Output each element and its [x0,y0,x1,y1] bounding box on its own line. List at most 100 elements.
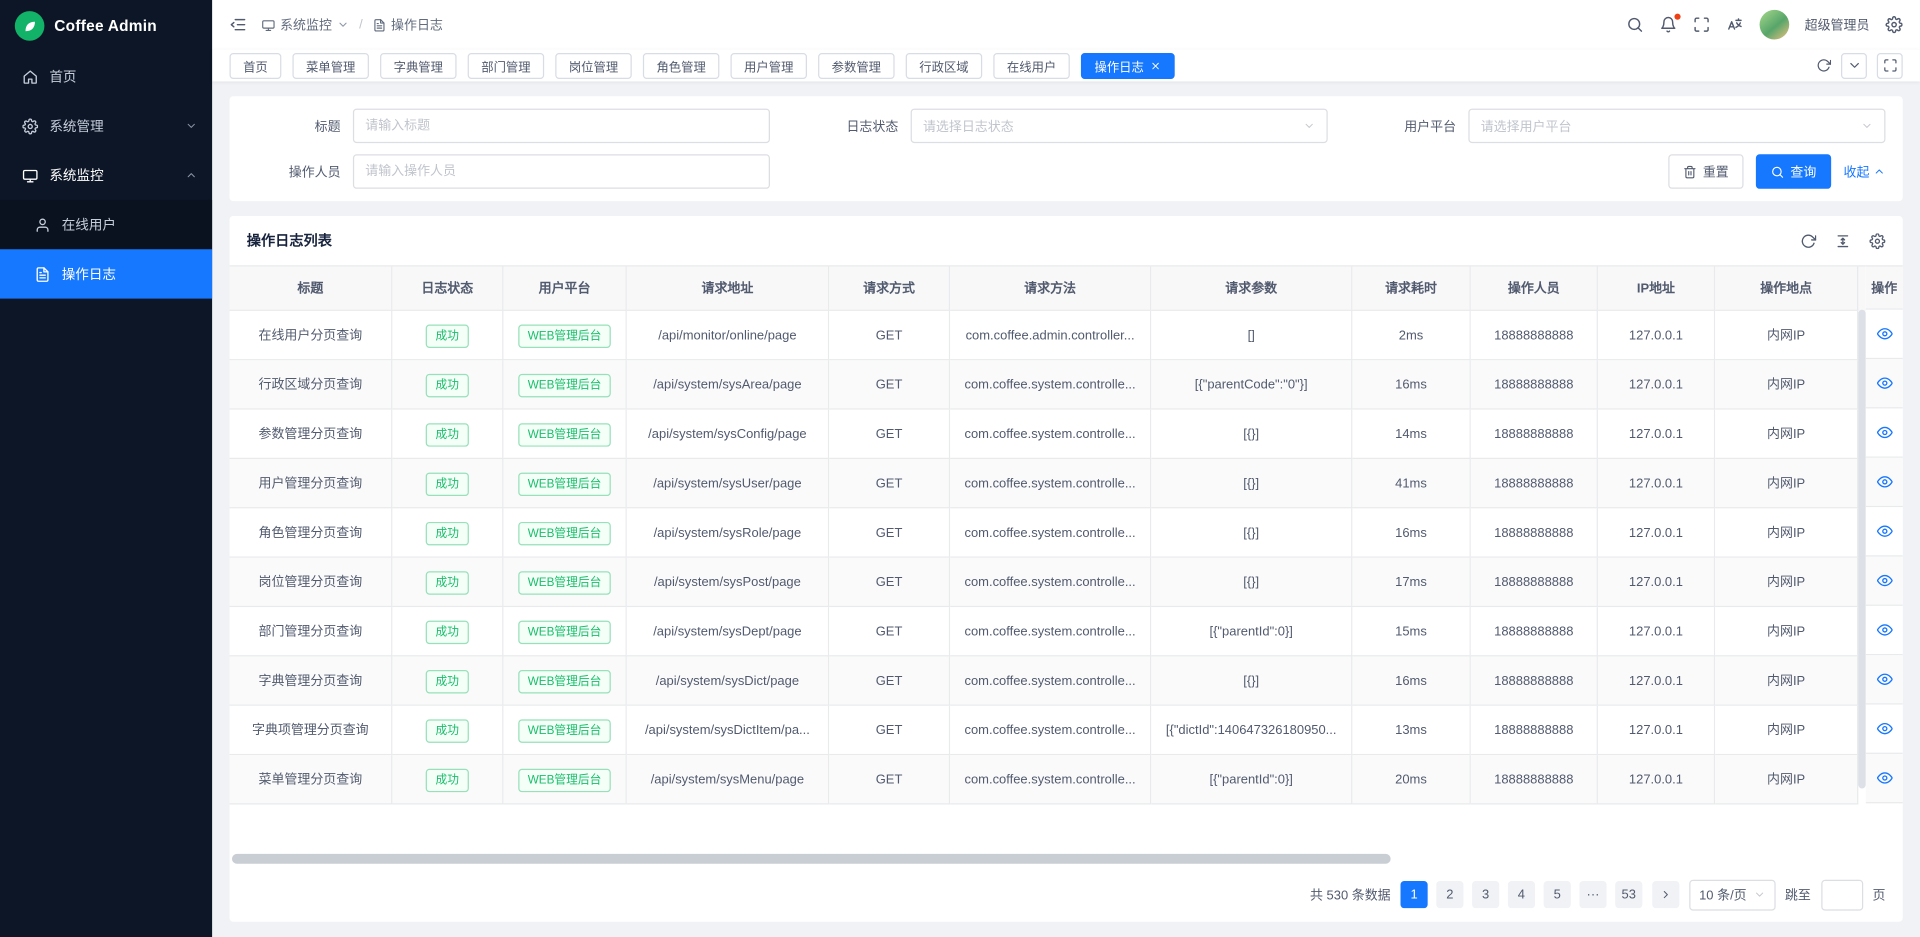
page-buttons: 12345 ··· 53 [1400,881,1642,908]
status-badge: 成功 [426,324,469,347]
page-button-5[interactable]: 5 [1544,881,1571,908]
page-size-select[interactable]: 10 条/页 [1689,879,1775,910]
tabs-actions-dropdown[interactable] [1841,52,1867,78]
cell-platform: WEB管理后台 [503,410,626,459]
column-header-status: 日志状态 [392,267,503,311]
fullscreen-button[interactable] [1692,16,1709,33]
cell-duration: 16ms [1352,508,1470,557]
sidebar: Coffee Admin 首页 系统管理 系统监控 在线用户 [0,0,212,937]
view-detail-button[interactable] [1866,705,1903,754]
settings-button[interactable] [1885,16,1902,33]
next-page-button[interactable] [1652,881,1679,908]
refresh-tab-button[interactable] [1816,58,1831,73]
tab-item-7[interactable]: 参数管理 [818,52,895,78]
view-detail-button[interactable] [1866,359,1903,408]
view-detail-button[interactable] [1866,507,1903,556]
select-placeholder: 请选择用户平台 [1481,117,1572,136]
language-button[interactable] [1726,16,1743,33]
tab-item-3[interactable]: 部门管理 [468,52,545,78]
horizontal-scrollbar[interactable] [232,854,1390,864]
breadcrumb-item-system-monitor[interactable]: 系统监控 [262,15,350,34]
collapse-filter-button[interactable]: 收起 [1843,162,1885,181]
cell-title: 部门管理分页查询 [230,607,393,656]
user-avatar[interactable] [1759,10,1789,40]
page-button-53[interactable]: 53 [1615,881,1642,908]
search-submit-button[interactable]: 查询 [1756,154,1831,189]
sidebar-collapse-button[interactable] [230,16,247,33]
page-button-2[interactable]: 2 [1436,881,1463,908]
sidebar-item-label: 系统监控 [49,165,174,185]
tab-label: 行政区域 [919,56,968,75]
view-detail-button[interactable] [1866,754,1903,803]
status-badge: 成功 [426,374,469,397]
view-detail-button[interactable] [1866,310,1903,359]
column-settings-gear-icon[interactable] [1869,233,1885,249]
tab-item-0[interactable]: 首页 [230,52,282,78]
cell-platform: WEB管理后台 [503,508,626,557]
app-root: Coffee Admin 首页 系统管理 系统监控 在线用户 [0,0,1920,937]
cell-location: 内网IP [1715,558,1858,607]
title-input[interactable] [353,109,770,144]
user-platform-select[interactable]: 请选择用户平台 [1468,109,1885,144]
chevron-up-icon [1873,165,1885,177]
tab-item-1[interactable]: 菜单管理 [292,52,369,78]
sidebar-item-home[interactable]: 首页 [0,52,212,101]
tab-item-10[interactable]: 操作日志 [1081,52,1175,78]
tab-item-5[interactable]: 角色管理 [643,52,720,78]
tab-close-icon[interactable] [1150,60,1161,71]
view-detail-button[interactable] [1866,606,1903,655]
operator-filter-field: 操作人员 [230,154,788,189]
cell-ip: 127.0.0.1 [1598,755,1715,804]
sidebar-item-system-monitor[interactable]: 系统监控 [0,151,212,200]
search-button[interactable] [1626,16,1643,33]
refresh-icon[interactable] [1800,233,1816,249]
view-detail-button[interactable] [1866,408,1903,457]
breadcrumb-separator: / [359,17,363,32]
view-detail-button[interactable] [1866,557,1903,606]
tab-label: 菜单管理 [306,56,355,75]
app-logo[interactable]: Coffee Admin [0,0,212,52]
page-button-1[interactable]: 1 [1400,881,1427,908]
vertical-scrollbar[interactable] [1858,310,1865,789]
status-badge: 成功 [426,719,469,742]
jump-page-input[interactable] [1821,879,1863,910]
cell-status: 成功 [392,360,503,409]
table-row: 在线用户分页查询成功WEB管理后台/api/monitor/online/pag… [230,311,1859,360]
log-status-select[interactable]: 请选择日志状态 [911,109,1328,144]
filter-panel: 标题 日志状态 请选择日志状态 用户平台 请选择用户平台 [230,96,1903,201]
page-ellipsis[interactable]: ··· [1579,881,1606,908]
translate-icon [1726,16,1743,33]
tab-item-8[interactable]: 行政区域 [906,52,983,78]
tab-item-9[interactable]: 在线用户 [993,52,1070,78]
cell-status: 成功 [392,607,503,656]
row-density-icon[interactable] [1835,233,1851,249]
tab-item-4[interactable]: 岗位管理 [555,52,632,78]
tab-item-2[interactable]: 字典管理 [380,52,457,78]
reset-button[interactable]: 重置 [1668,154,1743,189]
view-detail-button[interactable] [1866,458,1903,507]
column-header-actions: 操作 [1866,265,1903,309]
current-user-name[interactable]: 超级管理员 [1805,15,1870,34]
cell-operator: 18888888888 [1471,656,1598,705]
cell-ip: 127.0.0.1 [1598,508,1715,557]
notifications-button[interactable] [1659,16,1676,33]
sidebar-item-system-management[interactable]: 系统管理 [0,101,212,150]
cell-operator: 18888888888 [1471,459,1598,508]
cell-method: GET [829,410,950,459]
view-detail-button[interactable] [1866,655,1903,704]
log-file-icon [373,18,387,32]
sidebar-item-online-users[interactable]: 在线用户 [0,200,212,249]
cell-ip: 127.0.0.1 [1598,558,1715,607]
page-button-3[interactable]: 3 [1472,881,1499,908]
cell-operator: 18888888888 [1471,410,1598,459]
log-table: 标题日志状态用户平台请求地址请求方式请求方法请求参数请求耗时操作人员IP地址操作… [230,265,1903,867]
breadcrumb-item-operation-logs[interactable]: 操作日志 [373,15,443,34]
fullscreen-icon [1692,16,1709,33]
tab-item-6[interactable]: 用户管理 [730,52,807,78]
cell-duration: 20ms [1352,755,1470,804]
operator-input[interactable] [353,154,770,189]
page-button-4[interactable]: 4 [1508,881,1535,908]
cell-duration: 41ms [1352,459,1470,508]
sidebar-item-operation-logs[interactable]: 操作日志 [0,249,212,298]
content-fullscreen-button[interactable] [1877,52,1903,78]
